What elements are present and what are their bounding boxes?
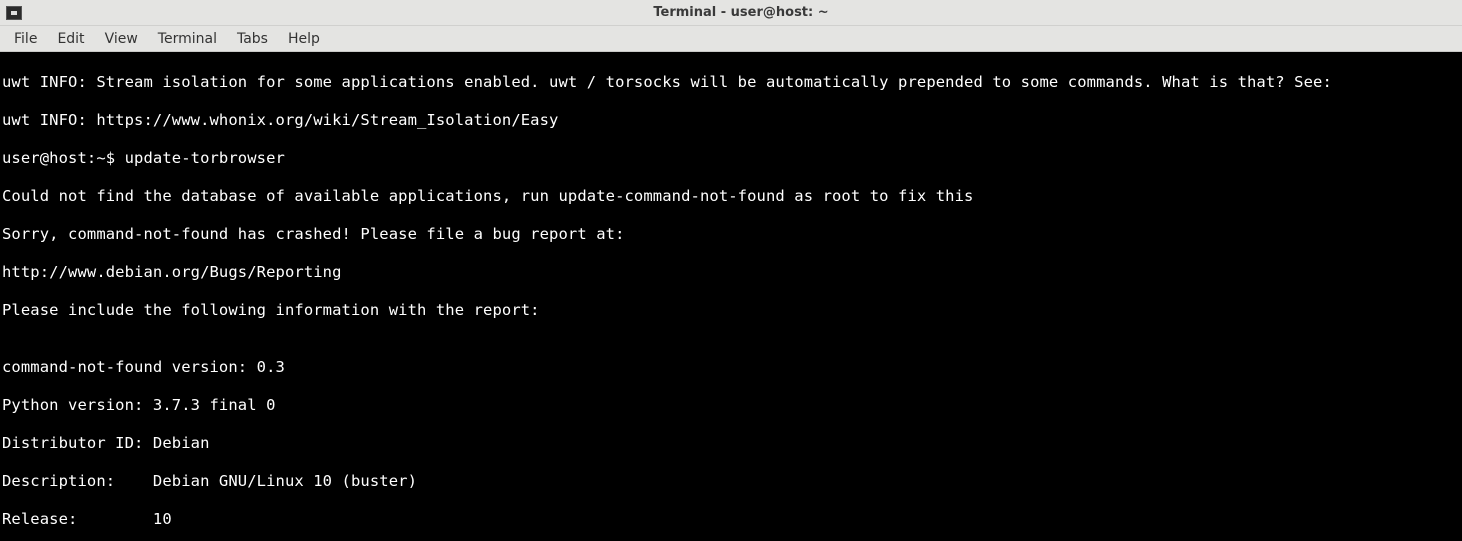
menu-terminal[interactable]: Terminal <box>148 28 227 50</box>
terminal-line: uwt INFO: Stream isolation for some appl… <box>2 73 1460 92</box>
menu-help[interactable]: Help <box>278 28 330 50</box>
terminal-app-icon <box>6 6 22 20</box>
terminal-line: Please include the following information… <box>2 301 1460 320</box>
menu-view[interactable]: View <box>95 28 148 50</box>
menu-file[interactable]: File <box>4 28 47 50</box>
menubar: File Edit View Terminal Tabs Help <box>0 26 1462 52</box>
terminal-output[interactable]: uwt INFO: Stream isolation for some appl… <box>0 52 1462 541</box>
terminal-line: uwt INFO: https://www.whonix.org/wiki/St… <box>2 111 1460 130</box>
terminal-line: Description: Debian GNU/Linux 10 (buster… <box>2 472 1460 491</box>
terminal-line: Distributor ID: Debian <box>2 434 1460 453</box>
terminal-line: Python version: 3.7.3 final 0 <box>2 396 1460 415</box>
terminal-line: http://www.debian.org/Bugs/Reporting <box>2 263 1460 282</box>
terminal-line: Release: 10 <box>2 510 1460 529</box>
window-title: Terminal - user@host: ~ <box>26 5 1456 20</box>
terminal-line: user@host:~$ update-torbrowser <box>2 149 1460 168</box>
menu-tabs[interactable]: Tabs <box>227 28 278 50</box>
terminal-line: Sorry, command-not-found has crashed! Pl… <box>2 225 1460 244</box>
terminal-line: command-not-found version: 0.3 <box>2 358 1460 377</box>
menu-edit[interactable]: Edit <box>47 28 94 50</box>
terminal-line: Could not find the database of available… <box>2 187 1460 206</box>
window-titlebar: Terminal - user@host: ~ <box>0 0 1462 26</box>
